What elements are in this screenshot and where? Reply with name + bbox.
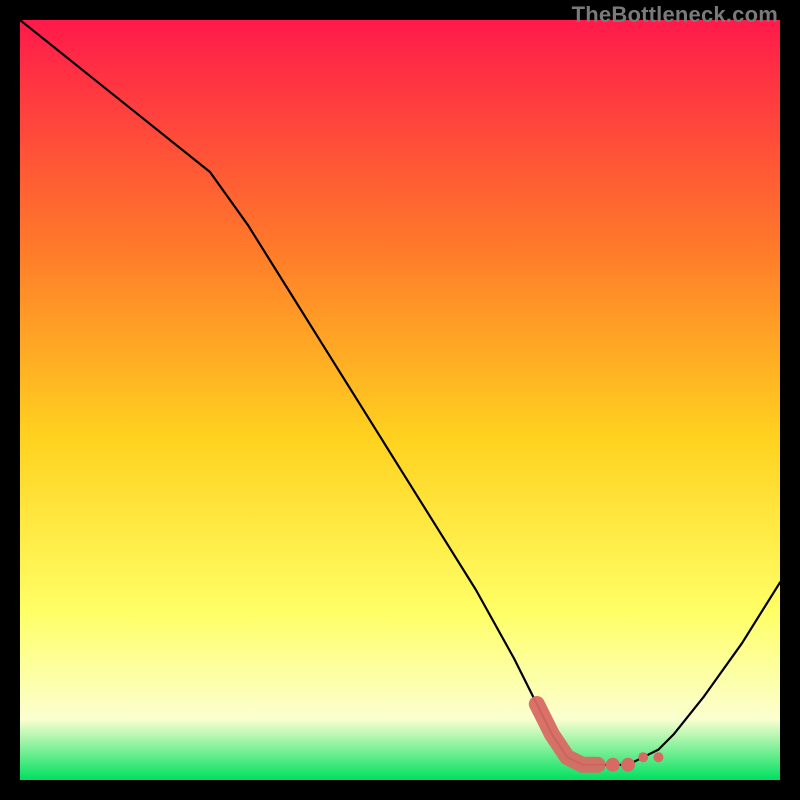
highlight-dot (638, 752, 648, 762)
highlight-dot (621, 758, 635, 772)
bottleneck-chart (20, 20, 780, 780)
gradient-background (20, 20, 780, 780)
watermark-text: TheBottleneck.com (572, 2, 778, 28)
highlight-dot (606, 758, 620, 772)
plot-frame (20, 20, 780, 780)
highlight-dot (653, 752, 663, 762)
